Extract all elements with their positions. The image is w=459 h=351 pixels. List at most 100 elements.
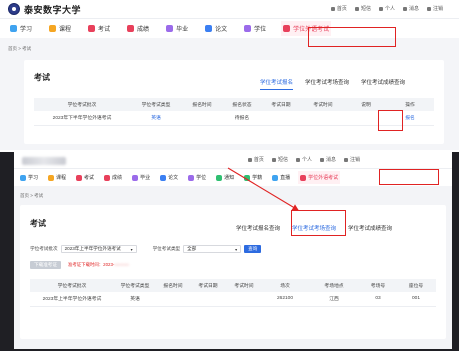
- breadcrumb: 首页 > 考试: [8, 46, 32, 51]
- table-cell: 英语: [114, 292, 156, 307]
- home-link[interactable]: 首页: [330, 5, 347, 12]
- nav-item-degree[interactable]: 学位: [186, 171, 208, 184]
- column-header: 报名时间: [156, 279, 190, 292]
- nav-item-notice[interactable]: 通知: [214, 171, 236, 184]
- nav-item-label: 考试: [84, 175, 95, 181]
- header-bar: 首页 短信 个人 消息 注销: [14, 152, 452, 168]
- logout-icon: [426, 6, 431, 11]
- column-header: 学位考试批次: [30, 279, 114, 292]
- nav-item-course[interactable]: 课程: [47, 21, 73, 36]
- print-ticket-button[interactable]: 下载准考证: [30, 261, 61, 269]
- table-cell: 江西: [308, 292, 360, 307]
- table-cell: [262, 111, 300, 126]
- top-screenshot: 泰安数字大学 首页 短信 个人 消息 注销 学习 课程 考试 成绩 毕业 论文 学位 学位外语…: [0, 0, 459, 150]
- batch-label: 学位考试批次: [30, 246, 58, 251]
- university-logo-icon: [8, 3, 20, 15]
- tab-registration[interactable]: 学位考试报名: [260, 76, 294, 90]
- nav-item-roll[interactable]: 学籍: [242, 171, 264, 184]
- highlight-room-query-tab: [291, 210, 346, 236]
- course-icon: [48, 174, 55, 181]
- cell-link[interactable]: 报名: [405, 116, 415, 121]
- table-header-row: 学位考试批次 学位考试类型 报名时间 报名状态 考试日期 考试时间 说明 操作: [34, 98, 434, 111]
- nav-item-degree[interactable]: 学位: [242, 21, 268, 36]
- table-cell: 262100: [262, 292, 308, 307]
- bottom-page: 首页 短信 个人 消息 注销 学习 课程 考试 成绩 毕业 论文 学位 通知 学籍 直播 学位外语考…: [14, 152, 452, 349]
- breadcrumb: 首页 > 考试: [20, 193, 44, 198]
- nav-item-study[interactable]: 学习: [8, 21, 34, 36]
- type-label: 学位考试类型: [152, 246, 181, 251]
- logout-link[interactable]: 注销: [426, 5, 443, 12]
- language-exam-icon: [283, 25, 291, 32]
- table-cell: [182, 111, 222, 126]
- tab-registration-query[interactable]: 学位考试报名查询: [236, 222, 280, 236]
- sms-icon: [354, 6, 359, 11]
- sms-icon: [271, 157, 276, 162]
- exam-icon: [88, 25, 96, 32]
- top-links: 首页 短信 个人 消息 注销: [330, 5, 443, 12]
- nav-item-label: 学位: [196, 175, 207, 181]
- filter-row: 学位考试批次 2023年上半年学位外语考试 ▾ 学位考试类型 全部 ▾ 查询: [30, 245, 262, 253]
- messages-link[interactable]: 消息: [319, 156, 336, 163]
- study-icon: [20, 174, 26, 181]
- nav-item-study[interactable]: 学习: [18, 171, 40, 184]
- tab-room-query[interactable]: 学位考试考场查询: [305, 76, 349, 90]
- column-header: 考试日期: [262, 98, 300, 111]
- nav-item-label: 直播: [280, 175, 291, 181]
- logout-link[interactable]: 注销: [343, 156, 360, 163]
- batch-select[interactable]: 2023年上半年学位外语考试 ▾: [60, 245, 137, 253]
- column-header: 座位号: [396, 279, 436, 292]
- nav-item-paper[interactable]: 论文: [203, 21, 229, 36]
- type-select[interactable]: 全部 ▾: [183, 245, 242, 253]
- sms-link[interactable]: 短信: [271, 156, 288, 163]
- profile-link[interactable]: 个人: [378, 5, 395, 12]
- ticket-time-note: 准考证下载时间：2023-----------: [68, 262, 129, 267]
- table-cell: [300, 111, 346, 126]
- notice-icon: [216, 174, 223, 181]
- nav-item-live[interactable]: 直播: [270, 171, 292, 184]
- column-header: 学位考试类型: [130, 98, 182, 111]
- graduation-icon: [166, 25, 174, 32]
- nav-item-score[interactable]: 成绩: [102, 171, 124, 184]
- card-title: 考试: [34, 73, 50, 82]
- highlight-register-action: [378, 110, 403, 131]
- tab-score-query[interactable]: 学位考试成绩查询: [361, 76, 405, 90]
- column-header: 考试时间: [300, 98, 346, 111]
- table-row: 2023年下半年学位外语考试 英语 待报名 报名: [34, 111, 434, 126]
- table-cell: 03: [360, 292, 396, 307]
- exam-card: 考试 学位考试报名 学位考试考场查询 学位考试成绩查询 学位考试批次 学位考试类型…: [24, 60, 444, 144]
- graduation-icon: [132, 174, 139, 181]
- logout-icon: [343, 157, 348, 162]
- bell-icon: [402, 6, 407, 11]
- nav-item-graduation[interactable]: 毕业: [130, 171, 152, 184]
- nav-item-label: 学习: [28, 175, 39, 181]
- card-title: 考试: [30, 219, 46, 228]
- home-link[interactable]: 首页: [247, 156, 264, 163]
- column-header: 报名时间: [182, 98, 222, 111]
- nav-item-label: 成绩: [112, 175, 123, 181]
- blurred-logo-icon: [22, 157, 66, 165]
- table-row: 2023年上半年学位外语考试 英语 262100 江西 03 001: [30, 292, 436, 307]
- nav-item-course[interactable]: 课程: [46, 171, 68, 184]
- user-icon: [378, 6, 383, 11]
- profile-link[interactable]: 个人: [295, 156, 312, 163]
- table-cell: 英语: [130, 111, 182, 126]
- header-bar: 泰安数字大学 首页 短信 个人 消息 注销: [0, 0, 459, 18]
- messages-link[interactable]: 消息: [402, 5, 419, 12]
- nav-item-label: 课程: [59, 27, 72, 33]
- paper-icon: [160, 174, 167, 181]
- nav-item-exam[interactable]: 考试: [86, 21, 112, 36]
- paper-icon: [205, 25, 213, 32]
- tab-score-query[interactable]: 学位考试成绩查询: [348, 222, 392, 236]
- nav-item-graduation[interactable]: 毕业: [164, 21, 190, 36]
- sms-link[interactable]: 短信: [354, 5, 371, 12]
- nav-item-paper[interactable]: 论文: [158, 171, 180, 184]
- nav-item-language-exam[interactable]: 学位外语考试: [298, 171, 341, 184]
- nav-item-label: 毕业: [176, 27, 189, 33]
- cell-link[interactable]: 英语: [151, 116, 161, 121]
- table-cell: [190, 292, 226, 307]
- nav-item-label: 课程: [56, 175, 67, 181]
- nav-item-score[interactable]: 成绩: [125, 21, 151, 36]
- chevron-down-icon: ▾: [130, 246, 133, 252]
- nav-item-exam[interactable]: 考试: [74, 171, 96, 184]
- search-button[interactable]: 查询: [244, 245, 262, 253]
